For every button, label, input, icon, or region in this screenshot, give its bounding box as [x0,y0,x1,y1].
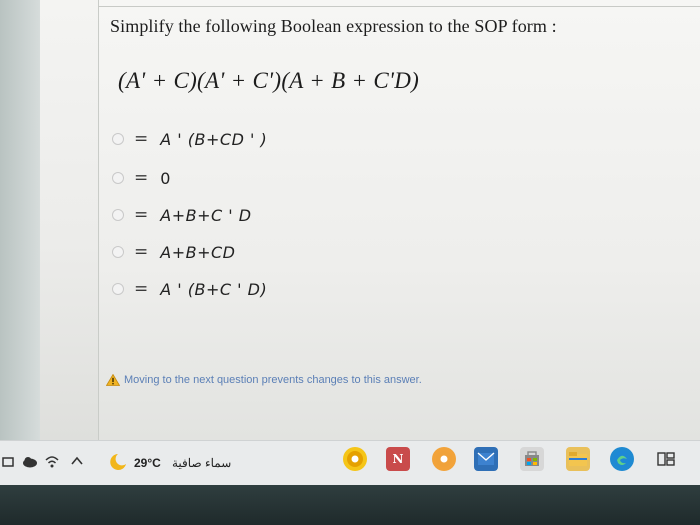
mail-icon[interactable] [474,447,498,471]
monitor-bezel [0,485,700,525]
wifi-icon[interactable] [44,452,60,470]
task-view-icon[interactable] [654,447,678,471]
file-explorer-icon[interactable] [566,447,590,471]
option-equals: = [134,279,149,299]
weather-temperature[interactable]: 29°C [134,456,161,470]
option-4[interactable]: = A+B+CD [112,241,235,263]
boolean-expression: (A' + C)(A' + C')(A + B + C'D) [118,68,420,93]
option-equals: = [134,168,149,188]
radio-button[interactable] [112,172,124,184]
edge-icon[interactable] [610,447,634,471]
chevron-up-icon[interactable] [70,454,84,468]
option-label: A+B+CD [160,242,236,262]
weather-condition[interactable]: سماء صافية [172,456,231,470]
option-5[interactable]: = A ' (B+C ' D) [112,278,267,300]
option-equals: = [134,129,149,149]
radio-button[interactable] [112,209,124,221]
radio-button[interactable] [112,133,124,145]
snip-icon[interactable] [2,456,14,468]
chrome-icon[interactable] [343,447,367,471]
option-equals: = [134,205,149,225]
warning-message: Moving to the next question prevents cha… [106,374,422,386]
option-label: A+B+C ' D [160,205,252,225]
left-panel-strip [0,0,40,440]
word-icon[interactable]: N [386,447,410,471]
option-equals: = [134,242,149,262]
radio-button[interactable] [112,283,124,295]
question-prompt: Simplify the following Boolean expressio… [110,16,557,36]
option-label: A ' (B+CD ' ) [160,129,268,149]
option-1[interactable]: = A ' (B+CD ' ) [112,128,267,150]
warning-triangle-icon [106,374,120,386]
warning-text: Moving to the next question prevents cha… [124,374,422,386]
top-divider [98,6,700,7]
option-label: 0 [160,168,171,188]
option-2[interactable]: = 0 [112,167,171,189]
cloud-icon[interactable] [22,456,38,468]
option-label: A ' (B+C ' D) [160,279,268,299]
option-3[interactable]: = A+B+C ' D [112,204,252,226]
weather-icon[interactable] [104,452,128,472]
store-icon[interactable] [520,447,544,471]
chrome-alt-icon[interactable] [432,447,456,471]
radio-button[interactable] [112,246,124,258]
